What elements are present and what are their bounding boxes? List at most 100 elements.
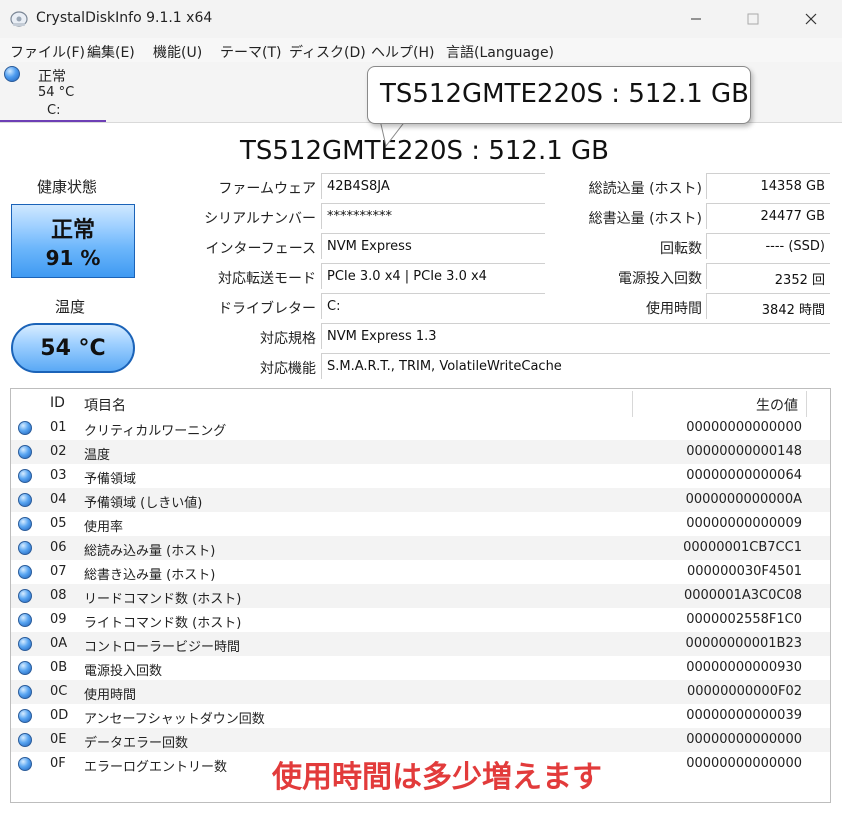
total-write-label: 総書込量 (ホスト) xyxy=(588,211,702,227)
row-name: 総読み込み量 (ホスト) xyxy=(84,544,216,559)
row-id: 09 xyxy=(50,612,67,627)
interface-value: NVM Express xyxy=(321,233,545,259)
status-dot-icon xyxy=(18,565,32,579)
serial-value: ********** xyxy=(321,203,545,229)
row-id: 04 xyxy=(50,492,67,507)
row-id: 01 xyxy=(50,420,67,435)
row-name: ライトコマンド数 (ホスト) xyxy=(84,616,242,631)
total-read-value: 14358 GB xyxy=(706,173,830,199)
row-id: 0F xyxy=(50,756,66,771)
row-raw-value: 0000001A3C0C08 xyxy=(683,588,802,603)
status-dot-icon xyxy=(18,541,32,555)
rotation-rate-value: ---- (SSD) xyxy=(706,233,830,259)
row-id: 0C xyxy=(50,684,68,699)
power-on-hours-value: 3842 時間 xyxy=(706,293,830,319)
row-id: 03 xyxy=(50,468,67,483)
row-id: 0B xyxy=(50,660,68,675)
maximize-icon xyxy=(747,13,759,25)
row-name: 使用率 xyxy=(84,520,124,535)
transfer-mode-label: 対応転送モード xyxy=(218,271,316,287)
row-raw-value: 00000000000064 xyxy=(686,468,802,483)
serial-label: シリアルナンバー xyxy=(204,211,316,227)
row-id: 0A xyxy=(50,636,68,651)
close-icon xyxy=(805,13,817,25)
column-header-raw[interactable]: 生の値 xyxy=(756,395,798,415)
row-raw-value: 00000000000F02 xyxy=(686,684,802,699)
column-divider xyxy=(806,391,807,417)
row-raw-value: 00000000000000 xyxy=(686,732,802,747)
menu-help[interactable]: ヘルプ(H) xyxy=(371,42,434,62)
drive-letter-value: C: xyxy=(321,293,545,319)
interface-label: インターフェース xyxy=(205,241,316,257)
row-name: データエラー回数 xyxy=(84,736,189,751)
row-raw-value: 00000000000000 xyxy=(686,420,802,435)
row-name: 使用時間 xyxy=(84,688,137,703)
window-title: CrystalDiskInfo 9.1.1 x64 xyxy=(36,10,213,26)
total-read-label: 総読込量 (ホスト) xyxy=(588,181,702,197)
standard-value: NVM Express 1.3 xyxy=(321,323,830,349)
menu-file[interactable]: ファイル(F) xyxy=(10,42,85,62)
menu-language[interactable]: 言語(Language) xyxy=(446,42,554,62)
row-id: 0D xyxy=(50,708,69,723)
row-name: エラーログエントリー数 xyxy=(84,760,228,775)
row-raw-value: 00000000000148 xyxy=(686,444,802,459)
row-raw-value: 00000000000930 xyxy=(686,660,802,675)
health-label: 健康状態 xyxy=(37,178,98,196)
power-on-count-label: 電源投入回数 xyxy=(618,271,702,287)
row-raw-value: 00000001CB7CC1 xyxy=(683,540,802,555)
temperature-label: 温度 xyxy=(55,298,86,316)
status-dot-icon xyxy=(18,709,32,723)
row-id: 07 xyxy=(50,564,67,579)
column-header-name[interactable]: 項目名 xyxy=(84,395,126,415)
total-write-value: 24477 GB xyxy=(706,203,830,229)
tooltip-text: TS512GMTE220S : 512.1 GB xyxy=(380,79,750,109)
row-name: 予備領域 (しきい値) xyxy=(84,496,203,511)
status-dot-icon xyxy=(18,637,32,651)
row-id: 0E xyxy=(50,732,67,747)
maximize-button[interactable] xyxy=(724,0,782,38)
minimize-button[interactable] xyxy=(667,0,725,38)
menu-disk[interactable]: ディスク(D) xyxy=(289,42,366,62)
column-divider xyxy=(632,391,633,417)
column-header-id[interactable]: ID xyxy=(50,395,65,411)
close-button[interactable] xyxy=(782,0,840,38)
menu-function[interactable]: 機能(U) xyxy=(153,42,202,62)
row-id: 08 xyxy=(50,588,67,603)
power-on-count-value: 2352 回 xyxy=(706,263,830,289)
menu-edit[interactable]: 編集(E) xyxy=(87,42,135,62)
disk-tab-temperature: 54 °C xyxy=(38,85,75,100)
features-value: S.M.A.R.T., TRIM, VolatileWriteCache xyxy=(321,353,830,379)
row-raw-value: 00000000000000 xyxy=(686,756,802,771)
row-name: クリティカルワーニング xyxy=(84,424,227,439)
row-raw-value: 00000000000009 xyxy=(686,516,802,531)
temperature-value: 54 °C xyxy=(40,336,106,361)
tooltip-tail xyxy=(378,120,408,148)
row-id: 06 xyxy=(50,540,67,555)
status-dot-icon xyxy=(18,517,32,531)
firmware-value: 42B4S8JA xyxy=(321,173,545,199)
status-dot-icon xyxy=(18,469,32,483)
status-dot-icon xyxy=(18,493,32,507)
model-title[interactable]: TS512GMTE220S : 512.1 GB xyxy=(240,136,609,166)
transfer-mode-value: PCIe 3.0 x4 | PCIe 3.0 x4 xyxy=(321,263,545,289)
row-name: 総書き込み量 (ホスト) xyxy=(84,568,216,583)
disk-tab-underline xyxy=(0,120,106,122)
row-id: 05 xyxy=(50,516,67,531)
row-id: 02 xyxy=(50,444,67,459)
power-on-hours-label: 使用時間 xyxy=(646,301,702,317)
disk-status-dot-icon xyxy=(4,66,20,82)
status-dot-icon xyxy=(18,589,32,603)
annotation-text: 使用時間は多少増えます xyxy=(272,760,602,795)
firmware-label: ファームウェア xyxy=(218,181,316,197)
features-label: 対応機能 xyxy=(260,361,316,377)
status-dot-icon xyxy=(18,421,32,435)
health-percent: 91 % xyxy=(45,246,101,270)
status-dot-icon xyxy=(18,733,32,747)
row-raw-value: 00000000001B23 xyxy=(685,636,802,651)
row-name: リードコマンド数 (ホスト) xyxy=(84,592,242,607)
drive-letter-label: ドライブレター xyxy=(218,301,316,317)
health-status-text: 正常 xyxy=(50,218,95,243)
menu-theme[interactable]: テーマ(T) xyxy=(220,42,281,62)
status-dot-icon xyxy=(18,445,32,459)
disk-tab-letter: C: xyxy=(47,103,61,118)
